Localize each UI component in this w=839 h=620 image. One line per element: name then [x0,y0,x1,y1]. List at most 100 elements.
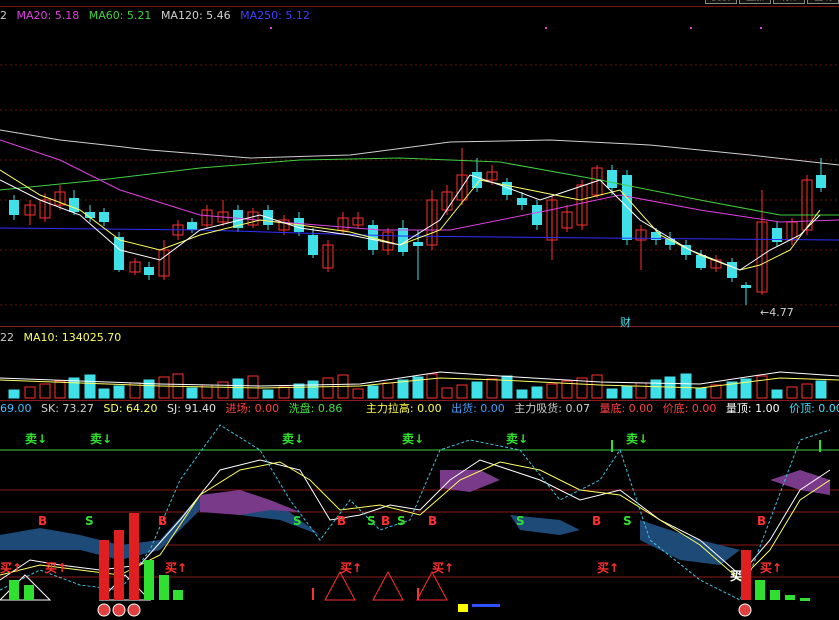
indicator-panel: 卖↓ 卖↓ 卖↓ 卖↓ 卖↓ 卖↓买↑ 买↑ 买↑买↑ 买↑ 买↑ 买↑B B B B B B BS S S S S S买 [0,424,839,617]
green-bar [770,590,780,600]
signal-circle [97,603,111,617]
volume-bar [232,378,244,399]
volume-bar [186,387,198,399]
b-signal-label: B [757,514,766,528]
b-signal-label: B [38,514,47,528]
volume-bars [0,371,839,399]
volume-bar [84,374,96,399]
chart-canvas: 卖↓ 卖↓ 卖↓ 卖↓ 卖↓ 卖↓买↑ 买↑ 买↑买↑ 买↑ 买↑ 买↑B B B B B B BS S S S S S买… [0,27,839,617]
sell-signal-label: 卖↓ [402,431,424,446]
volume-bar [680,373,692,399]
b-signal-label: B [592,514,601,528]
volume-bar [815,380,827,399]
buy-signal-label: 买↑ [0,561,22,575]
ma20-line [0,139,839,231]
green-bar [755,580,765,600]
candlesticks [9,148,826,305]
s-signal-label: S [367,514,376,528]
sell-signal-label: 卖↓ [282,431,304,446]
triangle-marker [416,570,448,601]
candle-body [99,212,109,222]
green-bar [9,580,19,600]
green-bar [785,595,795,600]
green-bar [159,575,169,600]
candle-body [532,205,542,225]
candle-body [114,237,124,270]
blue-bar [472,604,500,607]
candle-body [816,175,826,188]
red-bar [129,513,139,600]
buy-signal-label: 买↑ [432,561,454,575]
buy-signal-label: 买↑ [165,561,187,575]
volume-bar [756,375,768,399]
candle-body [187,222,197,230]
red-bar [114,530,124,600]
finance-marker[interactable]: 财 [620,315,631,329]
candle-body [308,235,318,255]
green-bar [173,590,183,600]
volume-bar [278,386,290,399]
marker-dot [270,27,272,29]
volume-bar [516,389,528,399]
b-signal-label: B [337,514,346,528]
green-bar [144,560,154,600]
volume-bar [501,375,513,399]
green-bar [800,598,810,601]
volume-bar [98,388,110,399]
volume-bar [39,383,51,399]
buy-signal-label: 买↑ [760,561,782,575]
low-price-label: ←4.77 [760,306,794,319]
volume-bar [710,384,722,399]
volume-bar [591,374,603,399]
green-bar [24,585,34,600]
stop-loss-label: 买 [730,569,742,583]
s-signal-label: S [623,514,632,528]
ma60-line [0,157,839,216]
purple-band [770,470,830,495]
candle-body [607,170,617,188]
volume-bar [786,386,798,399]
sell-signal-label: 卖↓ [25,431,47,446]
volume-bar [262,389,274,399]
candle-body [413,242,423,246]
signal-circle [112,603,126,617]
volume-bar [352,388,364,399]
volume-bar [293,383,305,399]
buy-signal-label: 买↑ [45,561,67,575]
volume-bar [397,379,409,399]
triangle-marker [372,570,404,601]
volume-bar [771,389,783,399]
volume-bar [367,385,379,399]
volume-bar [113,385,125,399]
marker-dot [545,27,547,29]
s-signal-label: S [85,514,94,528]
volume-bar [456,384,468,399]
volume-bar [307,380,319,399]
volume-bar [486,378,498,399]
b-signal-label: B [428,514,437,528]
volume-bar [322,377,334,399]
sell-signal-label: 卖↓ [506,431,528,446]
volume-bar [247,375,259,399]
candle-body [727,262,737,278]
candle-body [517,198,527,205]
candle-body [398,228,408,252]
marker-dot [690,27,692,29]
volume-bar [8,389,20,399]
price-gridlines [0,27,839,306]
volume-bar [382,382,394,399]
sell-signal-label: 卖↓ [626,431,648,446]
volume-bar [695,387,707,399]
blue-band [640,520,740,565]
volume-bar [24,386,36,399]
volume-bar [606,388,618,399]
s-signal-label: S [397,514,406,528]
candle-body [9,200,19,215]
volume-bar [426,373,438,399]
s-signal-label: S [516,514,525,528]
b-signal-label: B [158,514,167,528]
volume-bar [441,387,453,399]
sell-signal-label: 卖↓ [90,431,112,446]
volume-bar [158,376,170,399]
volume-bar [54,380,66,399]
